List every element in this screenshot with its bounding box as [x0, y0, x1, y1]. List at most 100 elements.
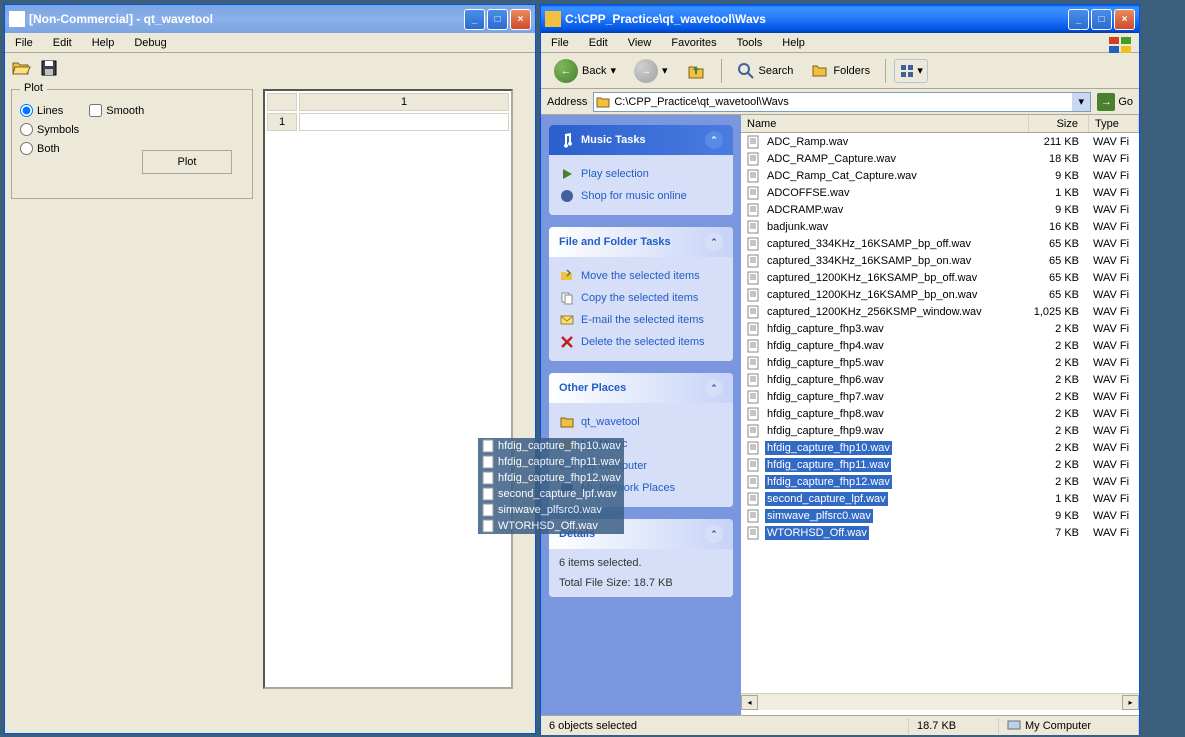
- file-row[interactable]: hfdig_capture_fhp9.wav2 KBWAV Fi: [741, 422, 1139, 439]
- maximize-button[interactable]: □: [487, 9, 508, 30]
- address-dropdown[interactable]: ▾: [1072, 93, 1090, 111]
- go-button[interactable]: → Go: [1097, 93, 1133, 111]
- file-type: WAV Fi: [1089, 391, 1139, 403]
- file-row[interactable]: WTORHSD_Off.wav7 KBWAV Fi: [741, 524, 1139, 541]
- scroll-right-icon[interactable]: ▸: [1122, 695, 1139, 710]
- file-name: WTORHSD_Off.wav: [765, 526, 869, 540]
- radio-both-label: Both: [37, 143, 60, 155]
- titlebar[interactable]: C:\CPP_Practice\qt_wavetool\Wavs _ □ ×: [541, 5, 1139, 33]
- table-cell[interactable]: [299, 113, 509, 131]
- scroll-track[interactable]: [758, 695, 1122, 710]
- file-row[interactable]: ADC_Ramp_Cat_Capture.wav9 KBWAV Fi: [741, 167, 1139, 184]
- file-row[interactable]: captured_334KHz_16KSAMP_bp_off.wav65 KBW…: [741, 235, 1139, 252]
- folders-button[interactable]: Folders: [804, 57, 877, 85]
- radio-symbols[interactable]: [20, 123, 33, 136]
- col-type[interactable]: Type: [1089, 115, 1139, 132]
- col-name[interactable]: Name: [741, 115, 1029, 132]
- close-button[interactable]: ×: [1114, 9, 1135, 30]
- file-type: WAV Fi: [1089, 510, 1139, 522]
- file-row[interactable]: hfdig_capture_fhp6.wav2 KBWAV Fi: [741, 371, 1139, 388]
- menu-debug[interactable]: Debug: [128, 35, 172, 51]
- radio-lines[interactable]: [20, 104, 33, 117]
- move-icon: [559, 268, 575, 284]
- file-row[interactable]: hfdig_capture_fhp11.wav2 KBWAV Fi: [741, 456, 1139, 473]
- wav-file-icon: [481, 519, 495, 533]
- minimize-button[interactable]: _: [464, 9, 485, 30]
- file-row[interactable]: hfdig_capture_fhp4.wav2 KBWAV Fi: [741, 337, 1139, 354]
- wav-file-icon: [745, 406, 761, 422]
- radio-both[interactable]: [20, 142, 33, 155]
- wav-file-icon: [745, 355, 761, 371]
- horizontal-scrollbar[interactable]: ◂ ▸: [741, 693, 1139, 710]
- file-row[interactable]: hfdig_capture_fhp8.wav2 KBWAV Fi: [741, 405, 1139, 422]
- file-row[interactable]: ADC_Ramp.wav211 KBWAV Fi: [741, 133, 1139, 150]
- wav-file-icon: [745, 338, 761, 354]
- file-row[interactable]: ADCOFFSE.wav1 KBWAV Fi: [741, 184, 1139, 201]
- go-arrow-icon: →: [1097, 93, 1115, 111]
- file-row[interactable]: hfdig_capture_fhp12.wav2 KBWAV Fi: [741, 473, 1139, 490]
- task-play-selection[interactable]: Play selection: [559, 163, 723, 185]
- file-row[interactable]: ADC_RAMP_Capture.wav18 KBWAV Fi: [741, 150, 1139, 167]
- save-icon[interactable]: [37, 56, 61, 80]
- status-selected: 6 objects selected: [541, 718, 909, 734]
- windows-logo-icon: [1109, 37, 1133, 55]
- open-icon[interactable]: [9, 56, 33, 80]
- search-button[interactable]: Search: [730, 57, 801, 85]
- task-move[interactable]: Move the selected items: [559, 265, 723, 287]
- file-size: 16 KB: [1029, 221, 1089, 233]
- other-places-header[interactable]: Other Places ⌃: [549, 373, 733, 403]
- menu-file[interactable]: File: [9, 35, 39, 51]
- file-row[interactable]: captured_334KHz_16KSAMP_bp_on.wav65 KBWA…: [741, 252, 1139, 269]
- file-size: 1,025 KB: [1029, 306, 1089, 318]
- file-size: 211 KB: [1029, 136, 1089, 148]
- up-button[interactable]: [679, 56, 713, 86]
- plot-button[interactable]: Plot: [142, 150, 232, 174]
- file-size: 65 KB: [1029, 255, 1089, 267]
- file-row[interactable]: simwave_plfsrc0.wav9 KBWAV Fi: [741, 507, 1139, 524]
- file-row[interactable]: hfdig_capture_fhp7.wav2 KBWAV Fi: [741, 388, 1139, 405]
- menu-view[interactable]: View: [622, 35, 658, 51]
- details-line2: Total File Size: 18.7 KB: [559, 577, 723, 589]
- maximize-button[interactable]: □: [1091, 9, 1112, 30]
- wav-file-icon: [745, 287, 761, 303]
- file-row[interactable]: hfdig_capture_fhp3.wav2 KBWAV Fi: [741, 320, 1139, 337]
- minimize-button[interactable]: _: [1068, 9, 1089, 30]
- menu-edit[interactable]: Edit: [47, 35, 78, 51]
- close-button[interactable]: ×: [510, 9, 531, 30]
- task-copy[interactable]: Copy the selected items: [559, 287, 723, 309]
- file-folder-tasks-header[interactable]: File and Folder Tasks ⌃: [549, 227, 733, 257]
- check-smooth[interactable]: [89, 104, 102, 117]
- file-row[interactable]: captured_1200KHz_16KSAMP_bp_off.wav65 KB…: [741, 269, 1139, 286]
- scroll-left-icon[interactable]: ◂: [741, 695, 758, 710]
- file-row[interactable]: hfdig_capture_fhp5.wav2 KBWAV Fi: [741, 354, 1139, 371]
- file-row[interactable]: hfdig_capture_fhp10.wav2 KBWAV Fi: [741, 439, 1139, 456]
- menu-file[interactable]: File: [545, 35, 575, 51]
- menu-edit[interactable]: Edit: [583, 35, 614, 51]
- file-row[interactable]: captured_1200KHz_256KSMP_window.wav1,025…: [741, 303, 1139, 320]
- chevron-up-icon: ⌃: [705, 379, 723, 397]
- task-delete[interactable]: Delete the selected items: [559, 331, 723, 353]
- file-row[interactable]: ADCRAMP.wav9 KBWAV Fi: [741, 201, 1139, 218]
- file-row[interactable]: badjunk.wav16 KBWAV Fi: [741, 218, 1139, 235]
- address-input[interactable]: [593, 92, 1091, 112]
- menu-favorites[interactable]: Favorites: [665, 35, 722, 51]
- task-email[interactable]: E-mail the selected items: [559, 309, 723, 331]
- file-type: WAV Fi: [1089, 204, 1139, 216]
- views-button[interactable]: ▾: [894, 59, 928, 83]
- file-name: captured_1200KHz_16KSAMP_bp_on.wav: [765, 288, 979, 302]
- file-list[interactable]: ADC_Ramp.wav211 KBWAV FiADC_RAMP_Capture…: [741, 133, 1139, 693]
- menu-help[interactable]: Help: [776, 35, 811, 51]
- forward-button[interactable]: → ▾: [627, 54, 675, 88]
- col-size[interactable]: Size: [1029, 115, 1089, 132]
- music-tasks-header[interactable]: Music Tasks ⌃: [549, 125, 733, 155]
- back-button[interactable]: ← Back ▾: [547, 54, 623, 88]
- radio-symbols-label: Symbols: [37, 124, 79, 136]
- menu-help[interactable]: Help: [86, 35, 121, 51]
- place-qt-wavetool[interactable]: qt_wavetool: [559, 411, 723, 433]
- task-shop-music[interactable]: Shop for music online: [559, 185, 723, 207]
- titlebar[interactable]: [Non-Commercial] - qt_wavetool _ □ ×: [5, 5, 535, 33]
- file-row[interactable]: captured_1200KHz_16KSAMP_bp_on.wav65 KBW…: [741, 286, 1139, 303]
- file-row[interactable]: second_capture_lpf.wav1 KBWAV Fi: [741, 490, 1139, 507]
- file-size: 2 KB: [1029, 357, 1089, 369]
- menu-tools[interactable]: Tools: [731, 35, 769, 51]
